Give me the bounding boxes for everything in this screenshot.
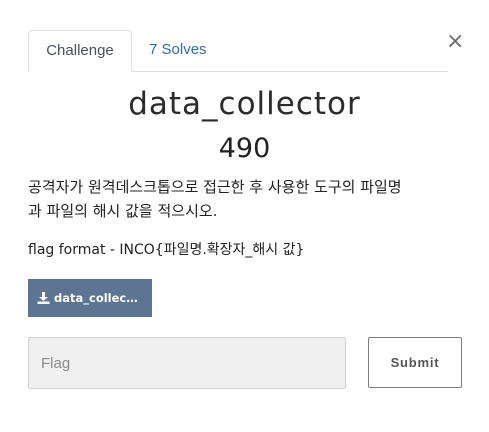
flag-format-text: flag format - INCO{파일명.확장자_해시 값}	[28, 242, 305, 258]
close-icon[interactable]: ×	[446, 30, 464, 54]
file-download-button[interactable]: data_collect...	[28, 279, 152, 317]
tab-challenge[interactable]: Challenge	[28, 30, 132, 72]
file-name-label: data_collect...	[54, 291, 140, 305]
challenge-tabs: Challenge 7 Solves	[28, 30, 448, 72]
submit-button[interactable]: Submit	[368, 337, 462, 388]
challenge-description: 공격자가 원격데스크톱으로 접근한 후 사용한 도구의 파일명 과 파일의 해시…	[28, 175, 458, 223]
challenge-title: data_collector	[128, 86, 361, 122]
tab-solves[interactable]: 7 Solves	[133, 30, 223, 70]
description-line: 과 파일의 해시 값을 적으시오.	[28, 202, 218, 220]
challenge-points: 490	[218, 133, 271, 164]
download-icon	[37, 292, 50, 304]
flag-input[interactable]	[28, 337, 346, 389]
challenge-modal: × Challenge 7 Solves data_collector 490 …	[0, 0, 489, 432]
description-line: 공격자가 원격데스크톱으로 접근한 후 사용한 도구의 파일명	[28, 178, 402, 196]
